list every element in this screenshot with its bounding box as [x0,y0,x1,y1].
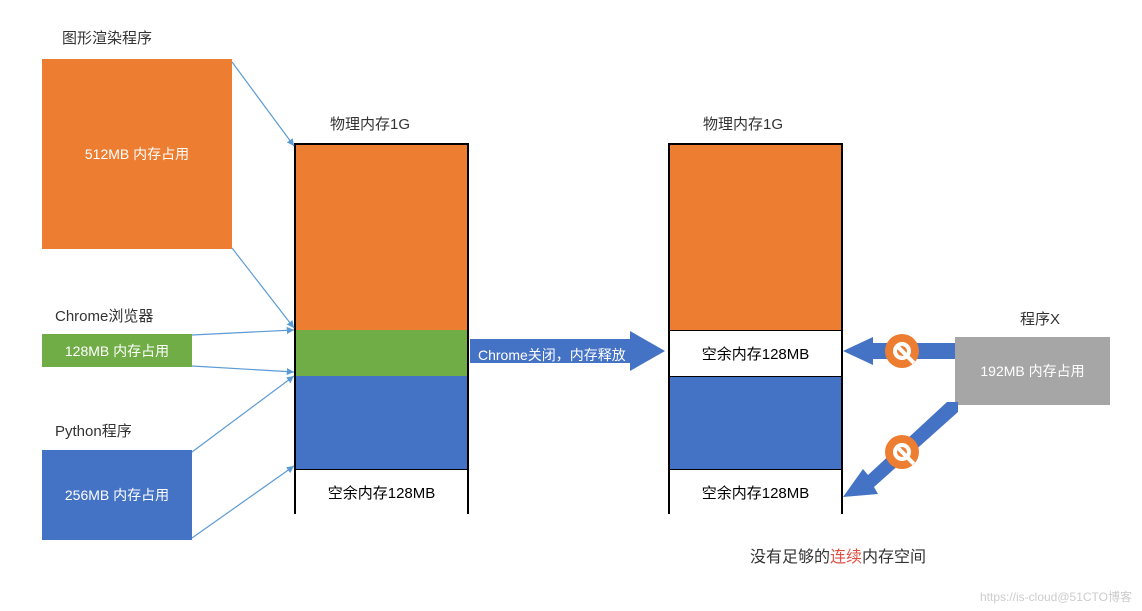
watermark: https://is-cloud@51CTO博客 [980,588,1132,605]
gfx-process-box: 512MB 内存占用 [42,59,232,249]
programx-title: 程序X [1020,308,1060,329]
chrome-process-title: Chrome浏览器 [55,305,153,326]
stack2-seg-gfx [670,145,841,330]
stack2-free-top-label: 空余内存128MB [702,343,810,364]
python-process-usage: 256MB 内存占用 [65,485,169,505]
stack1: 空余内存128MB [294,143,469,514]
chrome-process-usage: 128MB 内存占用 [65,341,169,361]
programx-box: 192MB 内存占用 [955,337,1110,405]
chrome-process-box: 128MB 内存占用 [42,334,192,367]
stack1-seg-gfx [296,145,467,330]
stack1-title: 物理内存1G [330,113,410,134]
prohibit-icon-top [885,334,919,368]
conclusion-highlight: 连续 [830,549,862,566]
python-process-box: 256MB 内存占用 [42,450,192,540]
stack2-title: 物理内存1G [703,113,783,134]
stack1-seg-python [296,376,467,469]
conclusion-text: 没有足够的连续内存空间 [750,543,926,567]
stack1-seg-free: 空余内存128MB [296,469,467,515]
conclusion-prefix: 没有足够的 [750,549,830,566]
python-process-title: Python程序 [55,420,132,441]
gfx-process-usage: 512MB 内存占用 [85,144,189,164]
stack2-seg-free-bottom: 空余内存128MB [670,469,841,515]
stack1-seg-chrome [296,330,467,376]
stack2: 空余内存128MB 空余内存128MB [668,143,843,514]
arrow-close-label: Chrome关闭，内存释放 [478,345,626,365]
gfx-process-title: 图形渲染程序 [62,27,152,48]
stack2-free-bottom-label: 空余内存128MB [702,482,810,503]
stack2-seg-free-top: 空余内存128MB [670,330,841,376]
programx-usage: 192MB 内存占用 [980,361,1084,381]
prohibit-icon-bottom [885,435,919,469]
conclusion-suffix: 内存空间 [862,549,926,566]
arrow-close-release: Chrome关闭，内存释放 [470,335,665,367]
stack1-free-label: 空余内存128MB [328,482,436,503]
stack2-seg-python [670,376,841,469]
